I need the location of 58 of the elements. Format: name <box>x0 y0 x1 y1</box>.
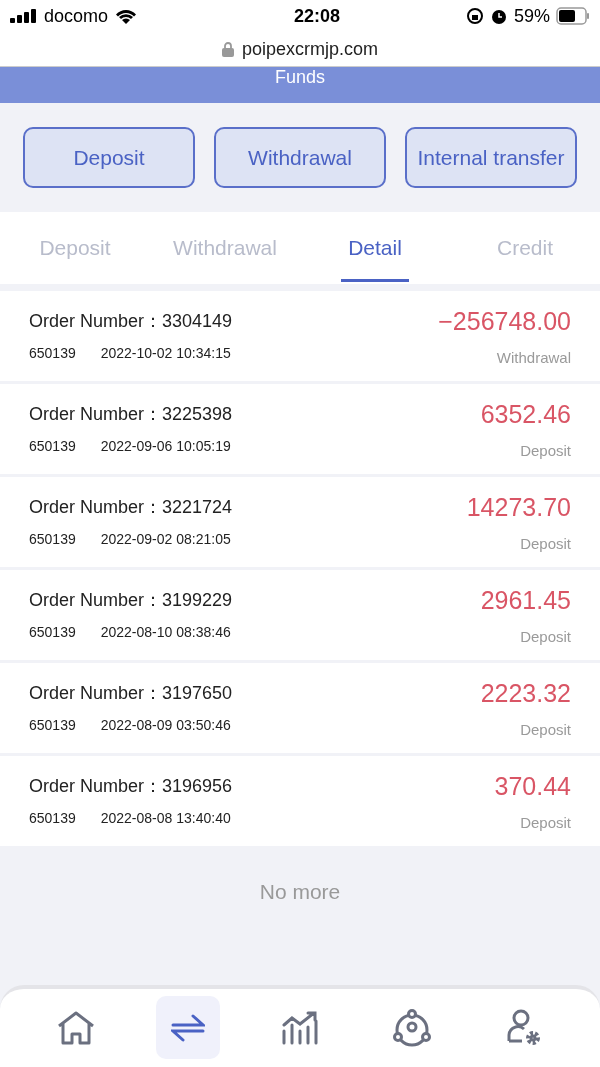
battery-percent: 59% <box>513 4 550 28</box>
order-card[interactable]: Order Number：3221724 650139 2022-09-02 08:21:05 14273.70 Deposit <box>0 477 600 567</box>
order-amount: 370.44 <box>494 771 571 802</box>
order-card[interactable]: Order Number：3304149 650139 2022-10-02 10:34:15 −256748.00 Withdrawal <box>0 291 600 381</box>
growth-chart-icon <box>282 1010 318 1045</box>
carrier-name: docomo <box>44 4 109 28</box>
end-of-list-text: No more <box>259 879 341 905</box>
order-card[interactable]: Order Number：3196956 650139 2022-08-08 13:40:40 370.44 Deposit <box>0 756 600 846</box>
order-datetime: 2022-10-02 10:34:15 <box>100 344 231 363</box>
order-datetime: 2022-09-06 10:05:19 <box>100 437 231 456</box>
home-icon <box>57 1010 95 1045</box>
order-amount: 2223.32 <box>480 678 571 709</box>
wifi-icon <box>114 7 139 25</box>
account-id: 650139 <box>29 809 76 828</box>
order-amount: 14273.70 <box>466 492 571 523</box>
lock-icon <box>221 41 234 57</box>
account-id: 650139 <box>29 716 76 735</box>
signal-icon <box>10 9 38 23</box>
clock-time: 22:08 <box>294 4 341 28</box>
action-button[interactable]: Withdrawal <box>214 127 386 188</box>
order-datetime: 2022-09-02 08:21:05 <box>100 530 231 549</box>
order-datetime: 2022-08-08 13:40:40 <box>100 809 231 828</box>
order-number: Order Number：3221724 <box>29 496 233 519</box>
order-amount: −256748.00 <box>438 306 571 337</box>
order-number: Order Number：3197650 <box>29 682 233 705</box>
order-datetime: 2022-08-10 08:38:46 <box>100 623 231 642</box>
order-type: Deposit <box>520 533 571 554</box>
tab[interactable]: Detail <box>300 212 450 284</box>
page-title: Funds <box>275 67 325 87</box>
action-button[interactable]: Internal transfer <box>405 127 577 188</box>
action-button[interactable]: Deposit <box>23 127 195 188</box>
nav-tab[interactable] <box>156 996 220 1059</box>
account-id: 650139 <box>29 437 76 456</box>
order-datetime: 2022-08-09 03:50:46 <box>100 716 231 735</box>
order-amount: 2961.45 <box>480 585 571 616</box>
order-type: Withdrawal <box>496 347 571 368</box>
alarm-icon <box>489 7 508 25</box>
account-id: 650139 <box>29 344 76 363</box>
order-card[interactable]: Order Number：3199229 650139 2022-08-10 08:38:46 2961.45 Deposit <box>0 570 600 660</box>
battery-icon <box>556 7 590 25</box>
account-id: 650139 <box>29 623 76 642</box>
order-card[interactable]: Order Number：3225398 650139 2022-09-06 10:05:19 6352.46 Deposit <box>0 384 600 474</box>
order-number: Order Number：3199229 <box>29 589 233 612</box>
rotation-lock-icon <box>465 7 484 25</box>
order-card[interactable]: Order Number：3197650 650139 2022-08-09 03:50:46 2223.32 Deposit <box>0 663 600 753</box>
order-type: Deposit <box>520 626 571 647</box>
network-icon <box>392 1008 432 1047</box>
order-number: Order Number：3225398 <box>29 403 233 426</box>
account-id: 650139 <box>29 530 76 549</box>
url-text[interactable]: poipexcrmjp.com <box>241 35 378 63</box>
order-type: Deposit <box>520 440 571 461</box>
order-type: Deposit <box>520 812 571 833</box>
transfer-icon <box>171 1012 205 1043</box>
order-amount: 6352.46 <box>480 399 571 430</box>
order-type: Deposit <box>520 719 571 740</box>
user-settings-icon <box>506 1008 542 1047</box>
order-number: Order Number：3304149 <box>29 310 233 333</box>
order-number: Order Number：3196956 <box>29 775 233 798</box>
